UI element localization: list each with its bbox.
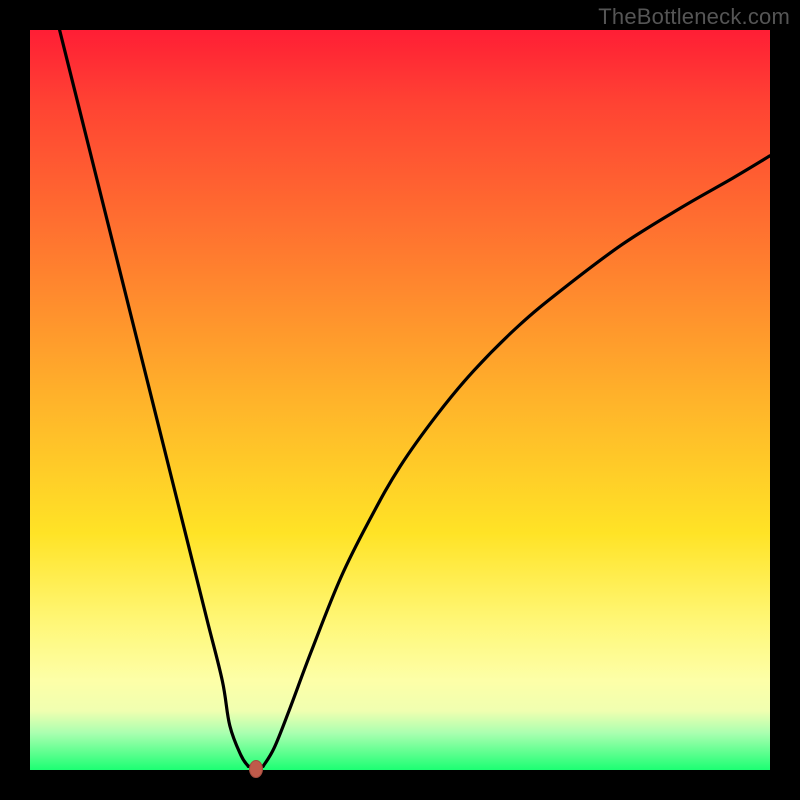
optimal-point-marker [249, 760, 263, 778]
watermark-text: TheBottleneck.com [598, 4, 790, 30]
curve-right-branch [263, 156, 770, 767]
chart-frame: TheBottleneck.com [0, 0, 800, 800]
bottleneck-curve-svg [30, 30, 770, 770]
plot-area [30, 30, 770, 770]
curve-left-branch [60, 30, 249, 766]
